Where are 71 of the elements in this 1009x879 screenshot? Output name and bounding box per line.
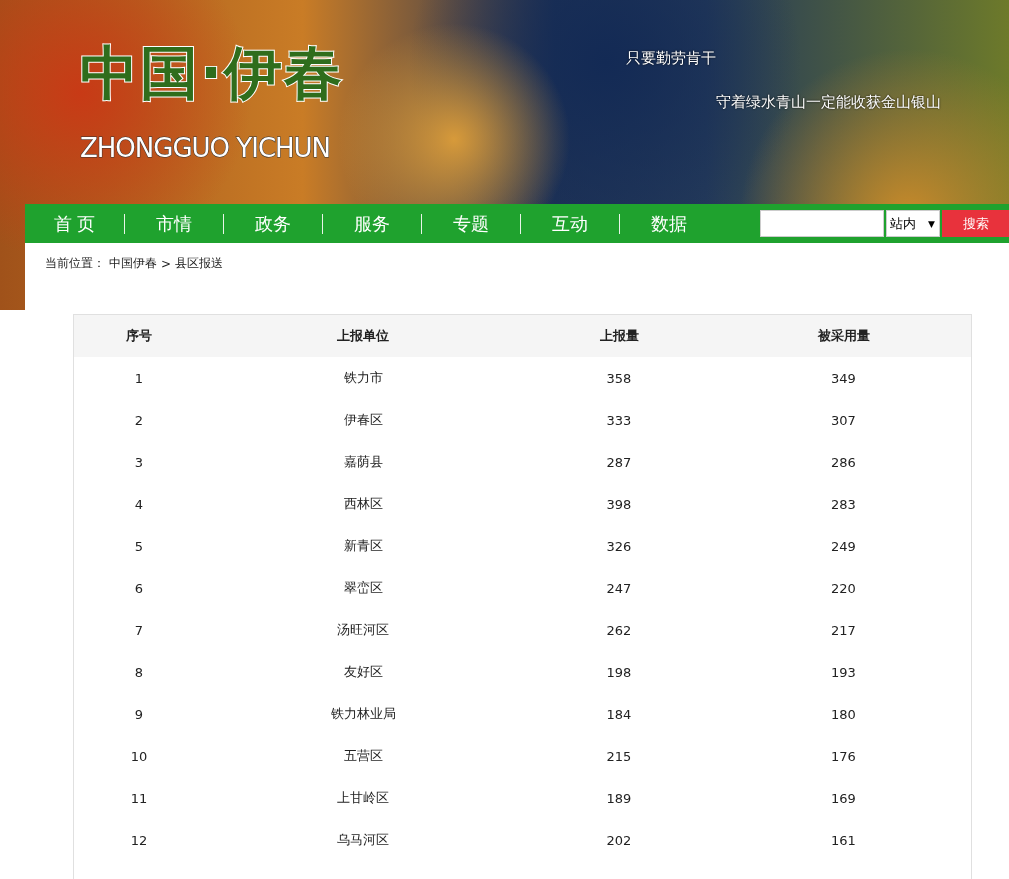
table-cell-text: 伊春区 xyxy=(342,411,384,429)
table-cell-text: 262 xyxy=(605,622,633,638)
table-cell-text: 349 xyxy=(830,370,857,386)
table-cell-text: 五营区 xyxy=(342,747,384,765)
table-cell-text: 283 xyxy=(830,496,857,512)
table-cell-text: 嘉荫县 xyxy=(342,453,384,471)
table-cell-text: 6 xyxy=(133,580,145,596)
logo-title: 中国·伊春 xyxy=(80,44,345,102)
table-cell-text: 新青区 xyxy=(342,537,384,555)
table-cell-text: 326 xyxy=(605,538,633,554)
table-cell-text: 9 xyxy=(133,706,145,722)
table-cell-text: 4 xyxy=(133,496,145,512)
table-cell-text: 7 xyxy=(133,622,145,638)
table-cell-text: 169 xyxy=(830,790,857,806)
breadcrumb-separator: > xyxy=(161,256,172,271)
table-cell-text: 287 xyxy=(605,454,633,470)
table-cell-text: 2 xyxy=(133,412,145,428)
table-cell-text: 1 xyxy=(133,370,145,386)
table-cell-text: 乌马河区 xyxy=(336,831,390,849)
table-cell-text: 333 xyxy=(605,412,633,428)
nav-link[interactable]: 服务 xyxy=(322,211,421,236)
table-cell-text: 358 xyxy=(605,370,633,386)
breadcrumb-label: 当前位置： xyxy=(45,255,105,272)
breadcrumb-link[interactable]: 中国伊春 xyxy=(109,255,157,272)
caret-icon: ▼ xyxy=(928,218,935,229)
table-cell-text: 215 xyxy=(605,748,633,764)
table-cell-text: 398 xyxy=(605,496,633,512)
table-cell-text: 247 xyxy=(605,580,633,596)
slogan: 守着绿水青山一定能收获金山银山 xyxy=(716,95,941,110)
table-cell-text: 上甘岭区 xyxy=(336,789,390,807)
table-cell-text: 11 xyxy=(129,790,149,806)
search-button[interactable]: 搜索 xyxy=(942,210,1009,237)
breadcrumb-link[interactable]: 县区报送 xyxy=(175,255,224,272)
table-cell-text: 286 xyxy=(830,454,857,470)
table-cell-text: 198 xyxy=(605,664,633,680)
table-cell-text: 189 xyxy=(605,790,633,806)
column-header: 序号 xyxy=(125,327,153,345)
table-cell-text: 12 xyxy=(129,832,149,848)
table-cell-text: 184 xyxy=(605,706,633,722)
nav-link[interactable]: 政务 xyxy=(223,211,322,236)
table-cell-text: 3 xyxy=(133,454,145,470)
nav-link[interactable]: 市情 xyxy=(124,211,223,236)
table-cell-text: 307 xyxy=(830,412,857,428)
column-header: 上报量 xyxy=(598,327,640,345)
table-cell-text: 5 xyxy=(133,538,145,554)
table-cell-text: 180 xyxy=(830,706,857,722)
slogan: 只要勤劳肯干 xyxy=(626,51,716,66)
column-header: 被采用量 xyxy=(816,327,871,345)
table-cell-text: 217 xyxy=(830,622,857,638)
table-cell-text: 铁力市 xyxy=(342,369,384,387)
table-cell-text: 161 xyxy=(830,832,857,848)
table-cell-text: 西林区 xyxy=(342,495,384,513)
logo-subtitle: ZHONGGUO YICHUN xyxy=(80,135,331,161)
table-cell-text: 翠峦区 xyxy=(342,579,384,597)
table-cell-text: 10 xyxy=(129,748,149,764)
search-field[interactable] xyxy=(760,210,884,237)
nav-link[interactable]: 互动 xyxy=(520,211,619,236)
table-cell-text: 193 xyxy=(830,664,857,680)
table-cell-text: 铁力林业局 xyxy=(329,705,397,723)
table-cell-text: 汤旺河区 xyxy=(336,621,390,639)
table-cell-text: 202 xyxy=(605,832,633,848)
table-cell-text: 176 xyxy=(830,748,857,764)
nav-link[interactable]: 专题 xyxy=(421,211,520,236)
table-cell-text: 8 xyxy=(133,664,145,680)
scope-dropdown[interactable]: 站内 ▼ xyxy=(886,210,940,237)
nav-link[interactable]: 首 页 xyxy=(25,211,124,236)
nav-link[interactable]: 数据 xyxy=(619,211,718,236)
table-cell-text: 220 xyxy=(830,580,857,596)
table-cell-text: 友好区 xyxy=(342,663,384,681)
column-header: 上报单位 xyxy=(336,327,390,345)
table-cell-text: 249 xyxy=(830,538,857,554)
